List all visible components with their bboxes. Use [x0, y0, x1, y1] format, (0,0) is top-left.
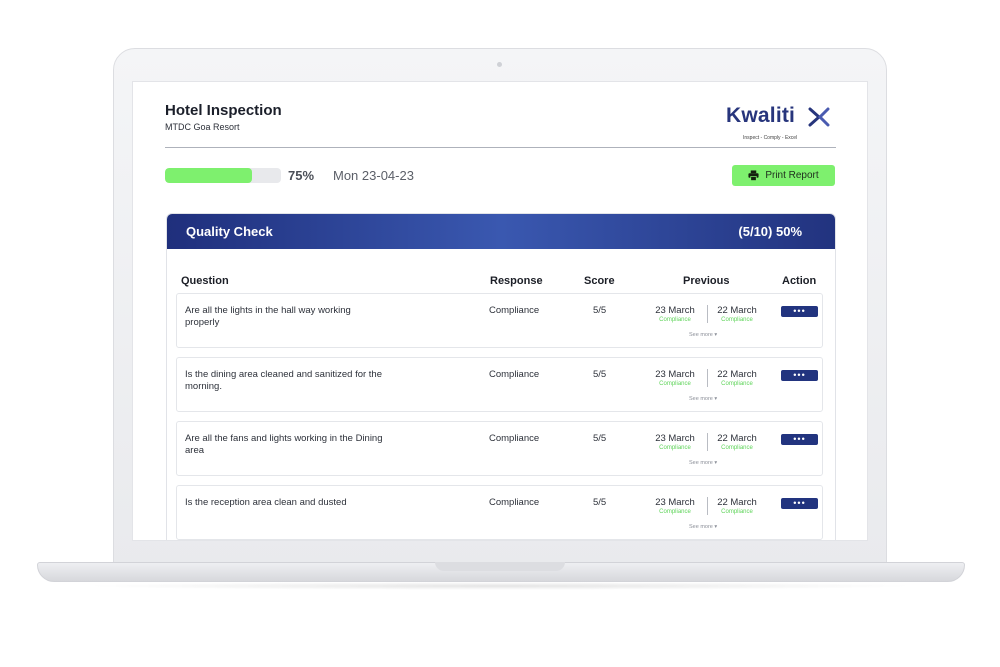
app-screen: Hotel Inspection MTDC Goa Resort Kwaliti… [132, 81, 868, 541]
previous-divider [707, 369, 708, 387]
printer-icon [748, 170, 759, 181]
laptop-notch [435, 562, 565, 571]
previous-status: Compliance [659, 445, 691, 451]
table-row: Is the dining area cleaned and sanitized… [176, 357, 823, 412]
see-more-link[interactable]: See more ▾ [689, 524, 717, 530]
section-summary: (5/10) 50% [738, 224, 802, 239]
kwalitix-logo: Kwaliti Inspect - Comply - Excel [726, 104, 836, 144]
previous-status: Compliance [721, 445, 753, 451]
previous-entry: 22 March Compliance [711, 369, 763, 387]
print-report-button[interactable]: Print Report [732, 165, 835, 186]
progress-percent: 75% [288, 168, 315, 183]
column-header-response: Response [490, 275, 543, 287]
response-value: Compliance [489, 369, 540, 380]
previous-entry: 23 March Compliance [649, 369, 701, 387]
section-title: Quality Check [186, 224, 273, 239]
previous-date: 23 March [655, 433, 695, 444]
row-action-button[interactable]: ••• [781, 306, 818, 317]
logo-x-icon [808, 107, 830, 127]
response-value: Compliance [489, 497, 540, 508]
previous-entry: 22 March Compliance [711, 497, 763, 515]
row-action-button[interactable]: ••• [781, 434, 818, 445]
header-divider [165, 147, 836, 148]
question-text: Are all the fans and lights working in t… [185, 433, 383, 456]
previous-status: Compliance [721, 381, 753, 387]
see-more-link[interactable]: See more ▾ [689, 396, 717, 402]
previous-date: 22 March [717, 305, 757, 316]
table-row: Are all the lights in the hall way worki… [176, 293, 823, 348]
previous-entry: 23 March Compliance [649, 433, 701, 451]
question-text: Are all the lights in the hall way worki… [185, 305, 351, 328]
previous-status: Compliance [721, 509, 753, 515]
response-value: Compliance [489, 433, 540, 444]
score-value: 5/5 [593, 433, 607, 444]
previous-date: 23 March [655, 305, 695, 316]
print-report-label: Print Report [765, 170, 819, 181]
previous-date: 22 March [717, 433, 757, 444]
previous-status: Compliance [659, 381, 691, 387]
previous-divider [707, 433, 708, 451]
column-header-score: Score [584, 275, 615, 287]
column-header-previous: Previous [683, 275, 730, 287]
question-text: Is the dining area cleaned and sanitized… [185, 369, 382, 392]
column-header-question: Question [181, 275, 229, 287]
row-action-button[interactable]: ••• [781, 370, 818, 381]
previous-date: 22 March [717, 497, 757, 508]
page-title: Hotel Inspection [165, 102, 282, 119]
row-action-button[interactable]: ••• [781, 498, 818, 509]
previous-entry: 23 March Compliance [649, 497, 701, 515]
score-value: 5/5 [593, 305, 607, 316]
previous-entry: 23 March Compliance [649, 305, 701, 323]
logo-wordmark: Kwaliti [726, 104, 796, 127]
response-value: Compliance [489, 305, 540, 316]
previous-date: 22 March [717, 369, 757, 380]
previous-status: Compliance [721, 317, 753, 323]
column-header-action: Action [782, 275, 817, 287]
previous-entry: 22 March Compliance [711, 433, 763, 451]
previous-status: Compliance [659, 317, 691, 323]
laptop-shadow [80, 582, 920, 590]
page-subtitle: MTDC Goa Resort [165, 122, 240, 132]
camera-icon [497, 62, 502, 67]
table-row: Is the reception area clean and dusted C… [176, 485, 823, 540]
previous-date: 23 March [655, 497, 695, 508]
quality-check-header: Quality Check (5/10) 50% [167, 214, 835, 249]
inspection-date: Mon 23-04-23 [333, 168, 414, 183]
previous-status: Compliance [659, 509, 691, 515]
previous-divider [707, 305, 708, 323]
previous-entry: 22 March Compliance [711, 305, 763, 323]
score-value: 5/5 [593, 369, 607, 380]
see-more-link[interactable]: See more ▾ [689, 332, 717, 338]
table-row: Are all the fans and lights working in t… [176, 421, 823, 476]
see-more-link[interactable]: See more ▾ [689, 460, 717, 466]
previous-date: 23 March [655, 369, 695, 380]
progress-fill [165, 168, 252, 183]
logo-tagline: Inspect - Comply - Excel [743, 135, 798, 141]
progress-bar [165, 168, 281, 183]
score-value: 5/5 [593, 497, 607, 508]
question-text: Is the reception area clean and dusted [185, 497, 347, 508]
previous-divider [707, 497, 708, 515]
